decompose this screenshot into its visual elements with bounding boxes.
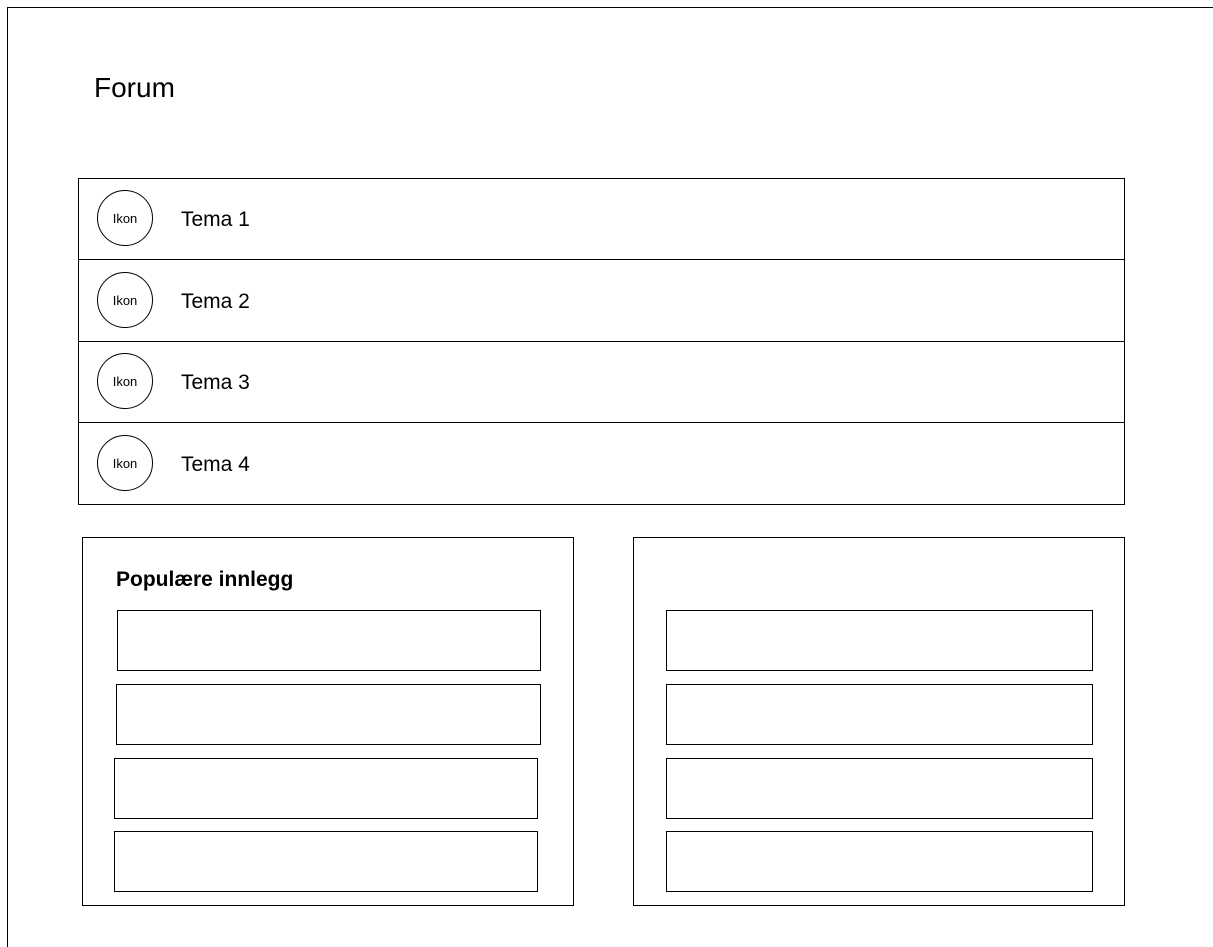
topic-row-1[interactable]: Ikon Tema 1 bbox=[79, 179, 1124, 260]
post-item[interactable] bbox=[666, 831, 1093, 892]
post-item[interactable] bbox=[117, 610, 541, 671]
post-item[interactable] bbox=[666, 684, 1093, 745]
post-item[interactable] bbox=[666, 610, 1093, 671]
topic-row-4[interactable]: Ikon Tema 4 bbox=[79, 423, 1124, 504]
topic-row-2[interactable]: Ikon Tema 2 bbox=[79, 260, 1124, 342]
topic-label: Tema 2 bbox=[181, 290, 250, 313]
topic-icon: Ikon bbox=[97, 272, 153, 328]
topic-label: Tema 3 bbox=[181, 371, 250, 394]
topic-icon: Ikon bbox=[97, 435, 153, 491]
popular-posts-title: Populære innlegg bbox=[116, 568, 294, 591]
post-item[interactable] bbox=[666, 758, 1093, 819]
topic-label: Tema 1 bbox=[181, 208, 250, 231]
popular-posts-panel: Populære innlegg bbox=[82, 537, 574, 906]
page-title: Forum bbox=[94, 72, 175, 103]
second-panel bbox=[633, 537, 1125, 906]
topic-label: Tema 4 bbox=[181, 453, 250, 476]
topic-list: Ikon Tema 1 Ikon Tema 2 Ikon Tema 3 Ikon… bbox=[78, 178, 1125, 505]
post-item[interactable] bbox=[114, 831, 538, 892]
topic-icon: Ikon bbox=[97, 190, 153, 246]
topic-row-3[interactable]: Ikon Tema 3 bbox=[79, 342, 1124, 423]
post-item[interactable] bbox=[114, 758, 538, 819]
post-item[interactable] bbox=[116, 684, 541, 745]
topic-icon: Ikon bbox=[97, 353, 153, 409]
